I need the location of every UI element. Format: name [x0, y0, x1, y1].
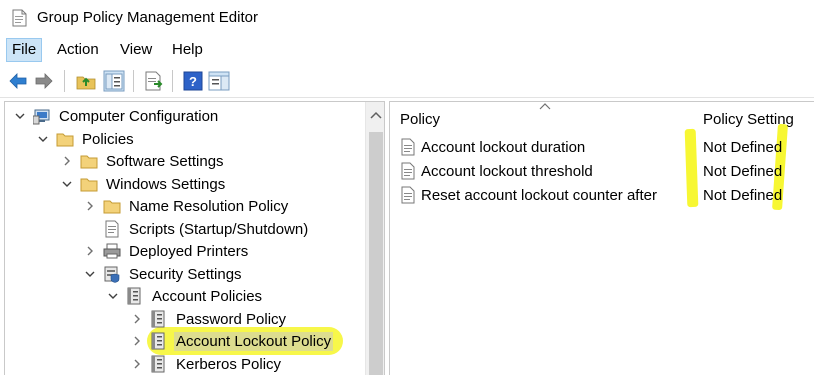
list-row[interactable]: Reset account lockout counter after [400, 184, 657, 206]
policy-name: Account lockout duration [421, 138, 586, 156]
show-hide-tree-icon[interactable] [103, 70, 125, 92]
policy-book-icon [151, 332, 165, 350]
security-settings-icon [104, 266, 120, 283]
tree-label: Name Resolution Policy [129, 197, 289, 215]
menu-view[interactable]: View [115, 38, 157, 62]
tree-scrollbar[interactable] [365, 102, 384, 375]
toolbar: ? [0, 64, 814, 98]
column-header-policy[interactable]: Policy [400, 111, 440, 128]
tree-label: Windows Settings [106, 175, 226, 193]
policy-setting-value: Not Defined [703, 139, 783, 156]
menu-bar: File Action View Help [0, 36, 814, 64]
policy-setting-icon [401, 162, 415, 180]
tree-item-security-settings[interactable]: Security Settings [83, 263, 244, 285]
tree-item-policies[interactable]: Policies [36, 128, 136, 150]
tree-item-deployed-printers[interactable]: Deployed Printers [83, 240, 250, 262]
chevron-right-icon[interactable] [130, 357, 144, 371]
tree-item-windows-settings[interactable]: Windows Settings [60, 173, 227, 195]
policy-name: Account lockout threshold [421, 162, 593, 180]
tree-label: Deployed Printers [129, 242, 249, 260]
chevron-right-icon[interactable] [83, 244, 97, 258]
help-icon[interactable]: ? [182, 70, 204, 92]
title-bar: Group Policy Management Editor [0, 0, 814, 36]
policy-book-icon [151, 310, 165, 328]
tree-label: Kerberos Policy [176, 355, 282, 373]
chevron-down-icon[interactable] [60, 177, 74, 191]
chevron-down-icon[interactable] [36, 132, 50, 146]
policy-setting-icon [401, 138, 415, 156]
back-icon[interactable] [7, 70, 29, 92]
sort-ascending-icon [539, 103, 551, 110]
chevron-right-icon[interactable] [83, 199, 97, 213]
svg-text:?: ? [189, 74, 197, 89]
folder-icon [80, 155, 98, 169]
chevron-right-icon[interactable] [130, 334, 144, 348]
scroll-up-icon[interactable] [370, 110, 382, 120]
forward-icon[interactable] [33, 70, 55, 92]
tree-item-scripts[interactable]: Scripts (Startup/Shutdown) [103, 218, 310, 240]
folder-icon [56, 133, 74, 147]
computer-icon [33, 109, 50, 125]
chevron-right-icon[interactable] [130, 312, 144, 326]
tree-label: Account Lockout Policy [174, 331, 334, 351]
folder-icon [80, 178, 98, 192]
tree-label: Password Policy [176, 310, 287, 328]
tree-label: Security Settings [129, 265, 242, 283]
policy-setting-icon [401, 186, 415, 204]
tree-label: Policies [82, 130, 134, 148]
tree-item-computer-configuration[interactable]: Computer Configuration [13, 105, 220, 127]
tree-item-name-resolution-policy[interactable]: Name Resolution Policy [83, 195, 290, 217]
console-tree[interactable]: Computer Configuration Policies Software… [4, 101, 385, 375]
tree-item-software-settings[interactable]: Software Settings [60, 150, 226, 172]
chevron-down-icon[interactable] [83, 267, 97, 281]
policy-book-icon [127, 287, 141, 305]
policy-book-icon [151, 355, 165, 373]
export-list-icon[interactable] [143, 70, 165, 92]
chevron-down-icon[interactable] [106, 289, 120, 303]
tree-label: Scripts (Startup/Shutdown) [129, 220, 309, 238]
chevron-right-icon[interactable] [60, 154, 74, 168]
tree-label: Software Settings [106, 152, 224, 170]
policy-setting-value: Not Defined [703, 187, 783, 204]
chevron-down-icon[interactable] [13, 109, 27, 123]
script-icon [105, 220, 119, 238]
folder-icon [103, 200, 121, 214]
policy-setting-value: Not Defined [703, 163, 783, 180]
gpo-editor-icon [12, 9, 27, 27]
tree-item-account-lockout-policy[interactable]: Account Lockout Policy [130, 330, 334, 352]
tree-item-password-policy[interactable]: Password Policy [130, 308, 288, 330]
scroll-thumb[interactable] [369, 132, 383, 375]
menu-action[interactable]: Action [52, 38, 104, 62]
up-folder-icon[interactable] [75, 70, 97, 92]
policy-name: Reset account lockout counter after [421, 186, 657, 204]
show-action-pane-icon[interactable] [208, 70, 230, 92]
tree-item-account-policies[interactable]: Account Policies [106, 285, 264, 307]
list-row[interactable]: Account lockout duration [400, 136, 585, 158]
list-row[interactable]: Account lockout threshold [400, 160, 593, 182]
printer-icon [103, 243, 121, 259]
menu-file[interactable]: File [6, 38, 43, 62]
details-list[interactable]: Policy Policy Setting Account lockout du… [389, 101, 814, 375]
tree-label: Computer Configuration [59, 107, 219, 125]
tree-label: Account Policies [152, 287, 263, 305]
window-title: Group Policy Management Editor [37, 9, 258, 26]
menu-help[interactable]: Help [167, 38, 208, 62]
tree-item-kerberos-policy[interactable]: Kerberos Policy [130, 353, 283, 375]
